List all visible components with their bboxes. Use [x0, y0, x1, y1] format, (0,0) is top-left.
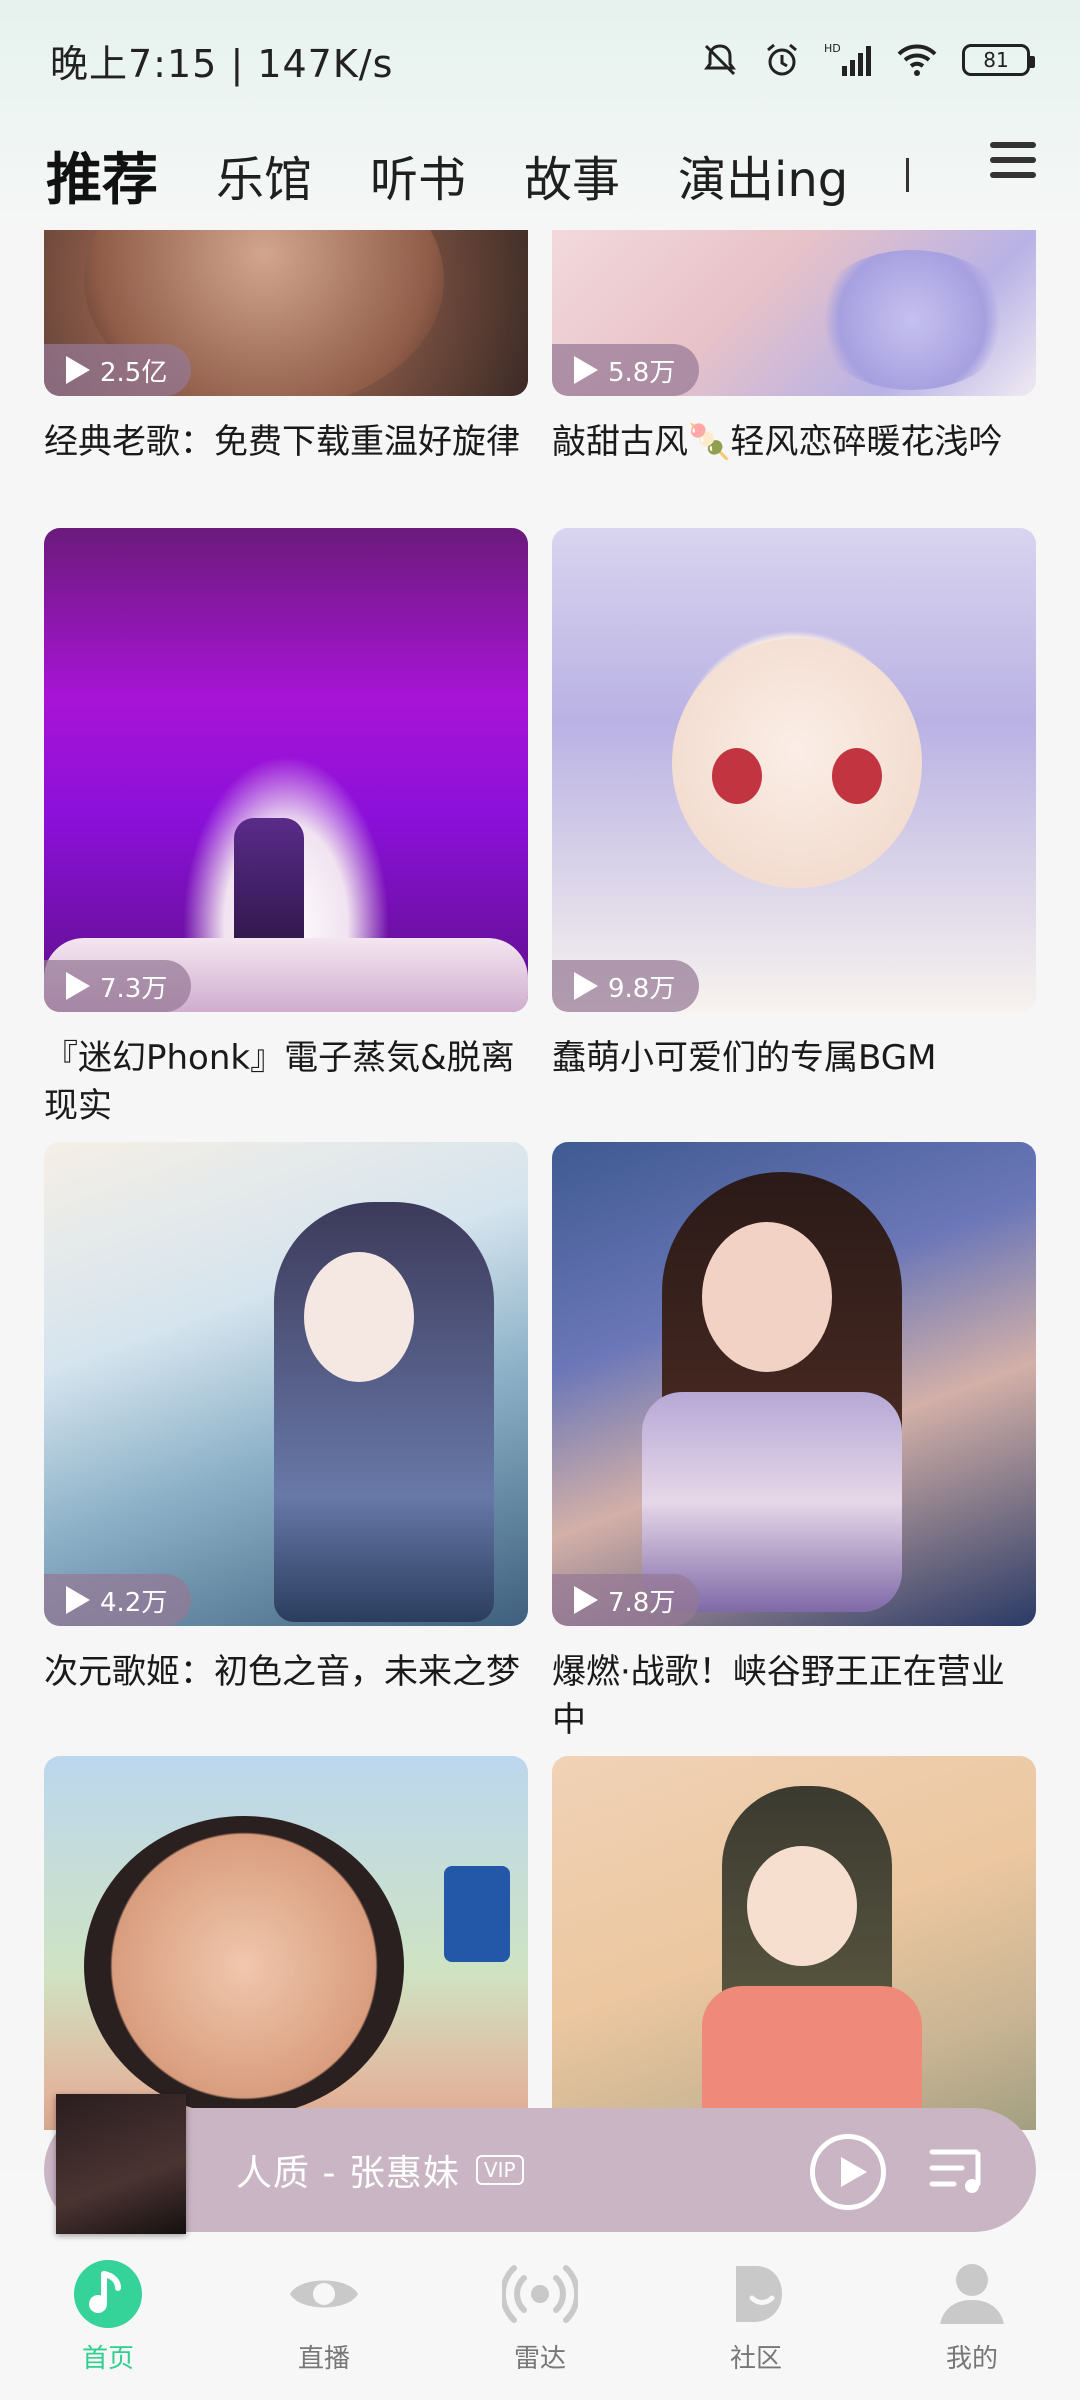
playlist-cover[interactable] [44, 1756, 528, 2130]
tab-divider [906, 158, 910, 192]
playlist-cover[interactable]: 5.8万 [552, 230, 1036, 396]
play-count: 7.8万 [608, 1587, 676, 1618]
nav-label: 我的 [945, 2344, 998, 2374]
status-separator: | [230, 41, 258, 86]
play-count-badge: 7.8万 [552, 1574, 700, 1626]
playlist-card[interactable] [44, 1756, 528, 2130]
wifi-icon [897, 44, 937, 76]
tab-audiobooks[interactable]: 听书 [370, 140, 466, 210]
play-count: 4.2万 [100, 1587, 168, 1618]
signal-hd-icon: HD [824, 42, 871, 76]
status-network-speed: 147K/s [257, 41, 394, 86]
tab-shows[interactable]: 演出ing [678, 140, 848, 210]
playlist-card[interactable]: 2.5亿 经典老歌：免费下载重温好旋律 [44, 230, 528, 466]
playlist-card[interactable]: 4.2万 次元歌姬：初色之音，未来之梦 [44, 1142, 528, 1696]
play-count-badge: 4.2万 [44, 1574, 192, 1626]
play-icon [574, 356, 598, 384]
play-icon [66, 1586, 90, 1614]
playlist-cover[interactable]: 2.5亿 [44, 230, 528, 396]
playlist-card[interactable]: 9.8万 蠢萌小可爱们的专属BGM [552, 528, 1036, 1082]
svg-text:HD: HD [824, 42, 841, 55]
play-count: 5.8万 [608, 357, 676, 388]
alarm-icon [767, 43, 797, 76]
tab-music-hall[interactable]: 乐馆 [216, 140, 312, 210]
playlist-card[interactable] [552, 1756, 1036, 2130]
profile-icon [940, 2264, 1004, 2324]
play-count-badge: 7.3万 [44, 960, 192, 1012]
album-art[interactable] [44, 2094, 252, 2234]
playlist-cover[interactable]: 4.2万 [44, 1142, 528, 1626]
battery-icon: 81 [962, 44, 1035, 76]
nav-label: 社区 [729, 2344, 782, 2374]
eye-icon [290, 2280, 358, 2308]
playlist-card[interactable]: 7.8万 爆燃·战歌！峡谷野王正在营业中 [552, 1142, 1036, 1744]
bell-muted-icon [704, 44, 736, 76]
mini-player[interactable]: 人质 - 张惠妹 VIP [44, 2094, 1036, 2234]
playlist-title[interactable]: 次元歌姬：初色之音，未来之梦 [44, 1648, 528, 1696]
play-icon [574, 972, 598, 1000]
playlist-card[interactable]: 7.3万 『迷幻Phonk』電子蒸気&脱离现实 [44, 528, 528, 1130]
playlist-cover[interactable] [552, 1756, 1036, 2130]
playlist-queue-icon[interactable] [928, 2144, 988, 2198]
playlist-cover[interactable]: 9.8万 [552, 528, 1036, 1012]
now-playing-title[interactable]: 人质 - 张惠妹 [236, 2144, 460, 2196]
nav-home[interactable]: 首页 [28, 2258, 188, 2375]
status-icons: HD 81 [700, 40, 1035, 80]
radar-icon [502, 2265, 578, 2323]
play-icon [574, 1586, 598, 1614]
play-count: 7.3万 [100, 973, 168, 1004]
vip-badge: VIP [475, 2155, 524, 2185]
music-note-icon [74, 2260, 142, 2328]
playlist-title[interactable]: 经典老歌：免费下载重温好旋律 [44, 418, 528, 466]
playlist-cover[interactable]: 7.3万 [44, 528, 528, 1012]
nav-profile[interactable]: 我的 [892, 2258, 1052, 2375]
status-time: 晚上7:15 [50, 41, 218, 86]
status-left: 晚上7:15 | 147K/s [50, 33, 393, 88]
play-count-badge: 2.5亿 [44, 344, 192, 396]
nav-label: 首页 [81, 2344, 134, 2374]
playlist-title[interactable]: 蠢萌小可爱们的专属BGM [552, 1034, 1036, 1082]
tab-recommend[interactable]: 推荐 [46, 135, 158, 242]
menu-icon[interactable] [990, 142, 1036, 186]
album-cover [56, 2094, 186, 2234]
playlist-card[interactable]: 5.8万 敲甜古风🍡轻风恋碎暖花浅吟 [552, 230, 1036, 466]
playlist-title[interactable]: 敲甜古风🍡轻风恋碎暖花浅吟 [552, 418, 1036, 466]
nav-live[interactable]: 直播 [244, 2258, 404, 2375]
nav-community[interactable]: 社区 [676, 2258, 836, 2375]
nav-radar[interactable]: 雷达 [460, 2258, 620, 2375]
tab-stories[interactable]: 故事 [524, 140, 620, 210]
play-count: 2.5亿 [100, 357, 168, 388]
play-count-badge: 9.8万 [552, 960, 700, 1012]
status-bar: 晚上7:15 | 147K/s HD 81 [0, 0, 1080, 120]
nav-label: 直播 [297, 2344, 350, 2374]
category-tabs: 推荐 乐馆 听书 故事 演出ing [0, 120, 1080, 242]
play-icon [66, 972, 90, 1000]
play-count: 9.8万 [608, 973, 676, 1004]
playlist-feed: 2.5亿 经典老歌：免费下载重温好旋律 5.8万 敲甜古风🍡轻风恋碎暖花浅吟 7… [0, 230, 1080, 2130]
playlist-title[interactable]: 『迷幻Phonk』電子蒸気&脱离现实 [44, 1034, 528, 1130]
playlist-title[interactable]: 爆燃·战歌！峡谷野王正在营业中 [552, 1648, 1036, 1744]
nav-label: 雷达 [513, 2344, 566, 2374]
play-button[interactable] [810, 2134, 886, 2210]
playlist-cover[interactable]: 7.8万 [552, 1142, 1036, 1626]
play-count-badge: 5.8万 [552, 344, 700, 396]
community-icon [736, 2266, 782, 2322]
play-icon [66, 356, 90, 384]
